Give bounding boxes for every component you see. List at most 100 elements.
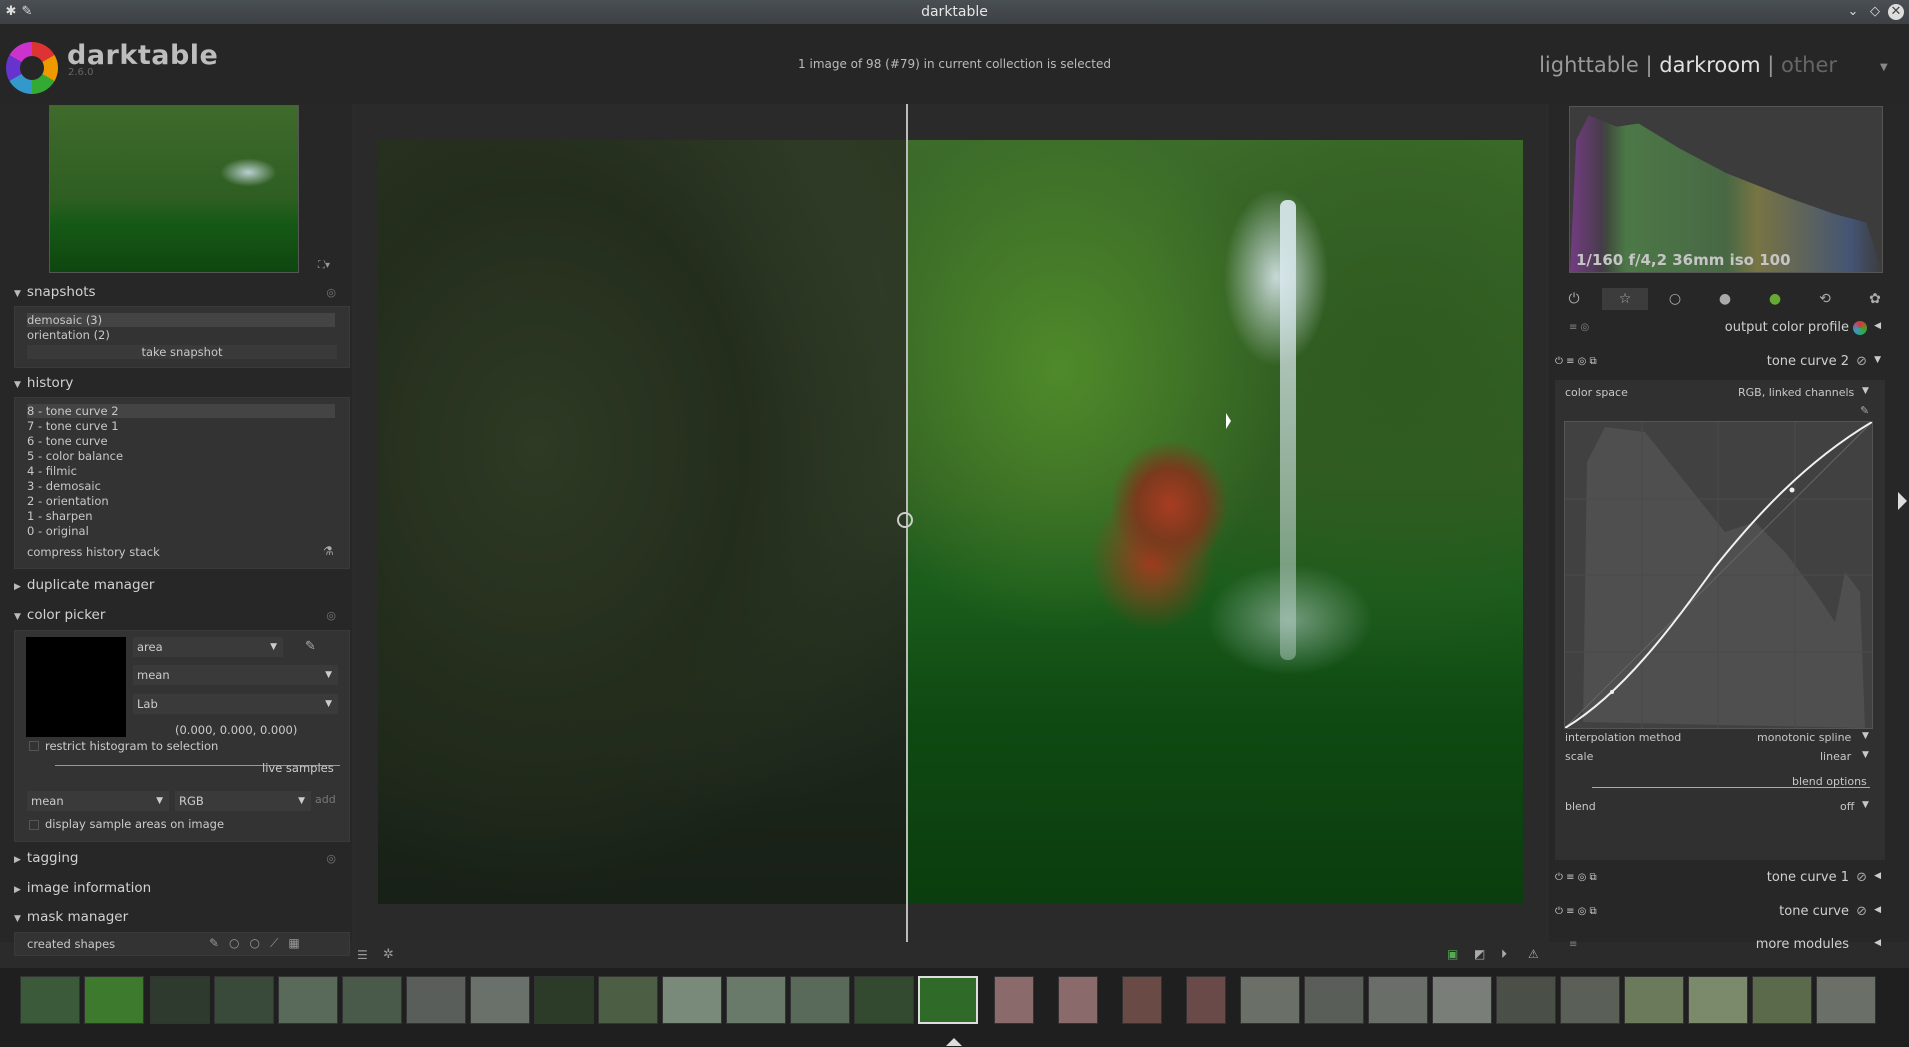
maximize-icon[interactable]: ◇ <box>1866 3 1884 21</box>
reset-icon[interactable]: ◎ <box>326 609 336 622</box>
color-picker-header[interactable]: ▼ color picker ◎ <box>14 607 344 627</box>
split-rotate-handle-icon[interactable] <box>897 512 913 528</box>
sample-space-select[interactable]: RGB ▼ <box>175 791 311 811</box>
color-group-icon[interactable]: ● <box>1764 288 1786 310</box>
snapshot-item[interactable]: demosaic (3) <box>27 313 335 327</box>
history-item[interactable]: 1 - sharpen <box>27 509 93 523</box>
filmstrip-thumb[interactable] <box>1688 976 1748 1024</box>
gamut-check-icon[interactable]: ⏵ <box>1501 947 1507 962</box>
filmstrip-thumb[interactable] <box>1560 976 1620 1024</box>
filmstrip-thumb[interactable] <box>1432 976 1492 1024</box>
filmstrip-thumb[interactable] <box>20 976 80 1024</box>
filmstrip-thumb[interactable] <box>278 976 338 1024</box>
history-item[interactable]: 6 - tone curve <box>27 434 108 448</box>
pin-icon[interactable]: ✎ <box>18 3 36 21</box>
tone-group-icon[interactable]: ● <box>1714 288 1736 310</box>
color-assessment-icon[interactable]: ▣ <box>1447 947 1458 961</box>
expand-icon[interactable]: ◀ <box>1874 905 1881 915</box>
dropdown-icon[interactable]: ▼ <box>1862 731 1869 741</box>
expand-icon[interactable]: ◀ <box>1874 938 1881 948</box>
filmstrip-thumb[interactable] <box>854 976 914 1024</box>
minimize-icon[interactable]: ⌄ <box>1844 3 1862 21</box>
filmstrip-thumb[interactable] <box>84 976 144 1024</box>
mask-icon[interactable]: ⊘ <box>1856 870 1867 885</box>
output-color-profile-module[interactable]: ≡ ◎ output color profile ◀ <box>1549 318 1889 340</box>
module-toggle-icon[interactable]: ⏻ ≡ ◎ ⧉ <box>1555 356 1597 367</box>
styles-icon[interactable]: ✲ <box>383 947 394 962</box>
more-modules-row[interactable]: ≡ more modules ◀ <box>1549 935 1889 957</box>
mask-manager-header[interactable]: ▼ mask manager <box>14 909 344 929</box>
effect-group-icon[interactable]: ✿ <box>1864 288 1886 310</box>
filmstrip-thumb-selected[interactable] <box>918 976 978 1024</box>
filmstrip-thumb[interactable] <box>1122 976 1162 1024</box>
mask-icon[interactable]: ⊘ <box>1856 354 1867 369</box>
view-darkroom[interactable]: darkroom <box>1659 53 1760 77</box>
history-item[interactable]: 2 - orientation <box>27 494 109 508</box>
filmstrip-thumb[interactable] <box>1186 976 1226 1024</box>
picker-icon[interactable]: ✎ <box>305 639 316 654</box>
collapse-icon[interactable]: ▼ <box>1874 355 1881 365</box>
filmstrip-thumb[interactable] <box>1752 976 1812 1024</box>
reset-icon[interactable]: ◎ <box>326 286 336 299</box>
filmstrip-thumb[interactable] <box>1304 976 1364 1024</box>
filmstrip-thumb[interactable] <box>342 976 402 1024</box>
right-panel-toggle-icon[interactable] <box>1898 492 1907 510</box>
filmstrip-thumb[interactable] <box>150 976 210 1024</box>
module-toggle-icon[interactable]: ⏻ ≡ ◎ ⧉ <box>1555 906 1597 917</box>
presets-icon[interactable]: ≡ ◎ <box>1569 322 1589 333</box>
filmstrip-thumb[interactable] <box>1496 976 1556 1024</box>
image-information-header[interactable]: ▶ image information <box>14 880 344 900</box>
history-item[interactable]: 5 - color balance <box>27 449 123 463</box>
tone-curve-1-module[interactable]: ⏻ ≡ ◎ ⧉ tone curve 1 ⊘ ◀ <box>1549 868 1889 890</box>
history-header[interactable]: ▼ history <box>14 375 344 395</box>
tagging-header[interactable]: ▶ tagging ◎ <box>14 850 344 870</box>
take-snapshot-button[interactable]: take snapshot <box>27 345 337 359</box>
navigation-thumbnail[interactable] <box>49 105 299 273</box>
compress-history-button[interactable]: compress history stack <box>27 545 160 559</box>
softproof-icon[interactable]: ◩ <box>1474 947 1485 961</box>
shape-tools-icons[interactable]: ✎○○⟋▦ <box>209 936 310 951</box>
presets-icon[interactable]: ≡ <box>1569 939 1577 950</box>
filmstrip-thumb[interactable] <box>1368 976 1428 1024</box>
close-icon[interactable]: ✕ <box>1888 4 1904 20</box>
filmstrip-thumb[interactable] <box>470 976 530 1024</box>
filmstrip-thumb[interactable] <box>214 976 274 1024</box>
expand-icon[interactable]: ◀ <box>1874 321 1881 331</box>
filmstrip-thumb[interactable] <box>726 976 786 1024</box>
mask-icon[interactable]: ⊘ <box>1856 904 1867 919</box>
compress-history-icon[interactable]: ⚗ <box>323 544 334 558</box>
filmstrip-thumb[interactable] <box>790 976 850 1024</box>
picker-stat-select[interactable]: mean ▼ <box>133 665 338 685</box>
basic-group-icon[interactable]: ○ <box>1664 288 1686 310</box>
filmstrip-thumb[interactable] <box>1816 976 1876 1024</box>
tone-curve-2-module[interactable]: ⏻ ≡ ◎ ⧉ tone curve 2 ⊘ ▼ <box>1549 352 1889 374</box>
filmstrip-thumb[interactable] <box>1240 976 1300 1024</box>
interpolation-select[interactable]: monotonic spline <box>1757 731 1851 744</box>
view-lighttable[interactable]: lighttable <box>1539 53 1639 77</box>
snapshot-item[interactable]: orientation (2) <box>27 328 110 342</box>
filmstrip[interactable] <box>0 968 1909 1047</box>
history-item[interactable]: 4 - filmic <box>27 464 77 478</box>
sample-stat-select[interactable]: mean ▼ <box>27 791 169 811</box>
display-samples-checkbox[interactable] <box>29 820 39 830</box>
history-item[interactable]: 8 - tone curve 2 <box>27 404 335 418</box>
power-icon[interactable]: ⏻ <box>1563 288 1585 310</box>
image-canvas[interactable] <box>378 140 1523 904</box>
filmstrip-thumb[interactable] <box>534 976 594 1024</box>
view-other[interactable]: other <box>1781 53 1837 77</box>
color-space-select[interactable]: RGB, linked channels <box>1738 386 1854 399</box>
duplicate-manager-header[interactable]: ▶ duplicate manager <box>14 577 344 597</box>
scale-select[interactable]: linear <box>1820 750 1851 763</box>
filmstrip-thumb[interactable] <box>406 976 466 1024</box>
bottom-panel-toggle-icon[interactable] <box>946 1038 962 1046</box>
history-item[interactable]: 3 - demosaic <box>27 479 101 493</box>
dropdown-icon[interactable]: ▼ <box>1862 800 1869 810</box>
filmstrip-thumb[interactable] <box>994 976 1034 1024</box>
views-dropdown-icon[interactable]: ▼ <box>1880 62 1888 73</box>
dropdown-icon[interactable]: ▼ <box>1862 386 1869 396</box>
history-item[interactable]: 7 - tone curve 1 <box>27 419 119 433</box>
add-sample-button[interactable]: add <box>315 793 336 806</box>
histogram[interactable] <box>1569 106 1883 273</box>
reset-icon[interactable]: ◎ <box>326 852 336 865</box>
snapshots-header[interactable]: ▼ snapshots ◎ <box>14 284 344 304</box>
